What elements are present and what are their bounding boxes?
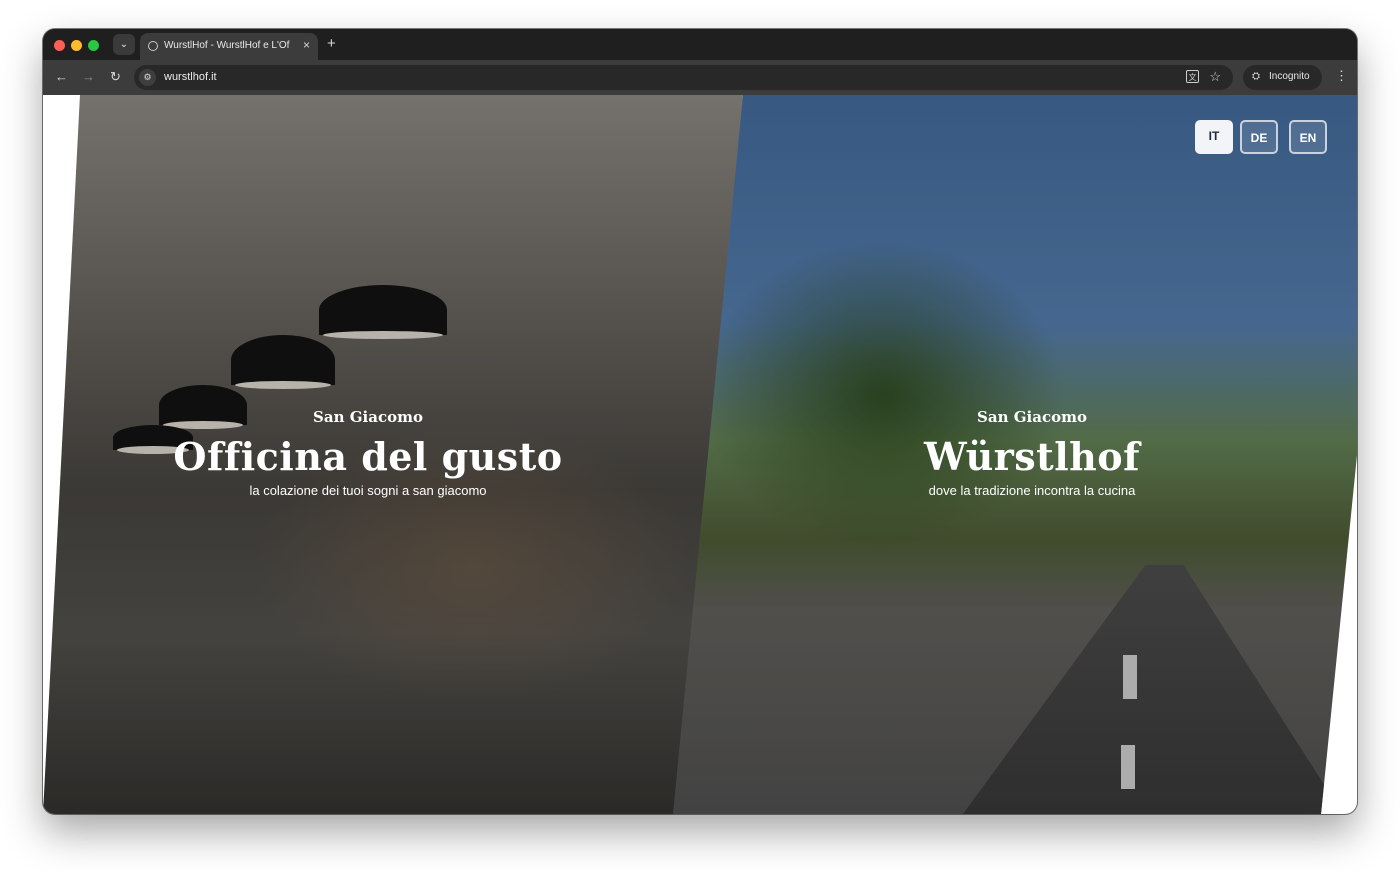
- url-text[interactable]: wurstlhof.it: [164, 71, 217, 83]
- wurstlhof-tagline: dove la tradizione incontra la cucina: [928, 483, 1136, 498]
- reload-icon[interactable]: ↻: [110, 69, 121, 85]
- back-icon[interactable]: ←: [55, 69, 68, 84]
- page-viewport: San Giacomo Officina del gusto la colazi…: [43, 95, 1357, 814]
- incognito-label: Incognito: [1269, 71, 1310, 82]
- browser-menu-icon[interactable]: ⋮: [1335, 68, 1348, 84]
- browser-toolbar: ← → ↻ ⚙ wurstlhof.it 文 ☆ ⛭ Incognito ⋮: [43, 60, 1357, 95]
- lang-de-button[interactable]: DE: [1240, 120, 1278, 154]
- site-info-icon[interactable]: ⚙: [139, 69, 156, 86]
- incognito-icon: ⛭: [1252, 71, 1260, 82]
- forward-icon[interactable]: →: [82, 69, 95, 84]
- tab-wurstlhof[interactable]: WurstlHof - WurstlHof e L'Of ×: [140, 33, 318, 60]
- officina-kicker: San Giacomo: [313, 408, 423, 426]
- wurstlhof-title[interactable]: Würstlhof: [822, 434, 1242, 479]
- tab-title: WurstlHof - WurstlHof e L'Of: [164, 40, 290, 51]
- wurstlhof-panel[interactable]: San Giacomo Würstlhof dove la tradizione…: [673, 95, 1357, 814]
- officina-text: San Giacomo Officina del gusto la colazi…: [158, 408, 578, 498]
- translate-icon[interactable]: 文: [1186, 70, 1199, 83]
- officina-tagline: la colazione dei tuoi sogni a san giacom…: [249, 483, 487, 498]
- officina-title[interactable]: Officina del gusto: [158, 434, 578, 479]
- tab-search-icon[interactable]: ⌄: [113, 34, 135, 55]
- tab-close-icon[interactable]: ×: [303, 38, 310, 52]
- incognito-badge[interactable]: ⛭ Incognito: [1243, 65, 1322, 90]
- wurstlhof-kicker: San Giacomo: [977, 408, 1087, 426]
- globe-icon: [148, 41, 158, 51]
- close-window-button[interactable]: [54, 40, 65, 51]
- officina-panel[interactable]: San Giacomo Officina del gusto la colazi…: [43, 95, 743, 814]
- lang-it-button[interactable]: IT: [1195, 120, 1233, 154]
- browser-window: ⌄ WurstlHof - WurstlHof e L'Of × + ← → ↻…: [43, 29, 1357, 814]
- maximize-window-button[interactable]: [88, 40, 99, 51]
- address-bar[interactable]: ⚙ wurstlhof.it 文 ☆: [134, 65, 1233, 90]
- wurstlhof-text: San Giacomo Würstlhof dove la tradizione…: [822, 408, 1242, 498]
- minimize-window-button[interactable]: [71, 40, 82, 51]
- bookmark-star-icon[interactable]: ☆: [1209, 69, 1221, 85]
- tab-strip: ⌄ WurstlHof - WurstlHof e L'Of × +: [43, 29, 1357, 60]
- lang-en-button[interactable]: EN: [1289, 120, 1327, 154]
- new-tab-button[interactable]: +: [327, 35, 336, 52]
